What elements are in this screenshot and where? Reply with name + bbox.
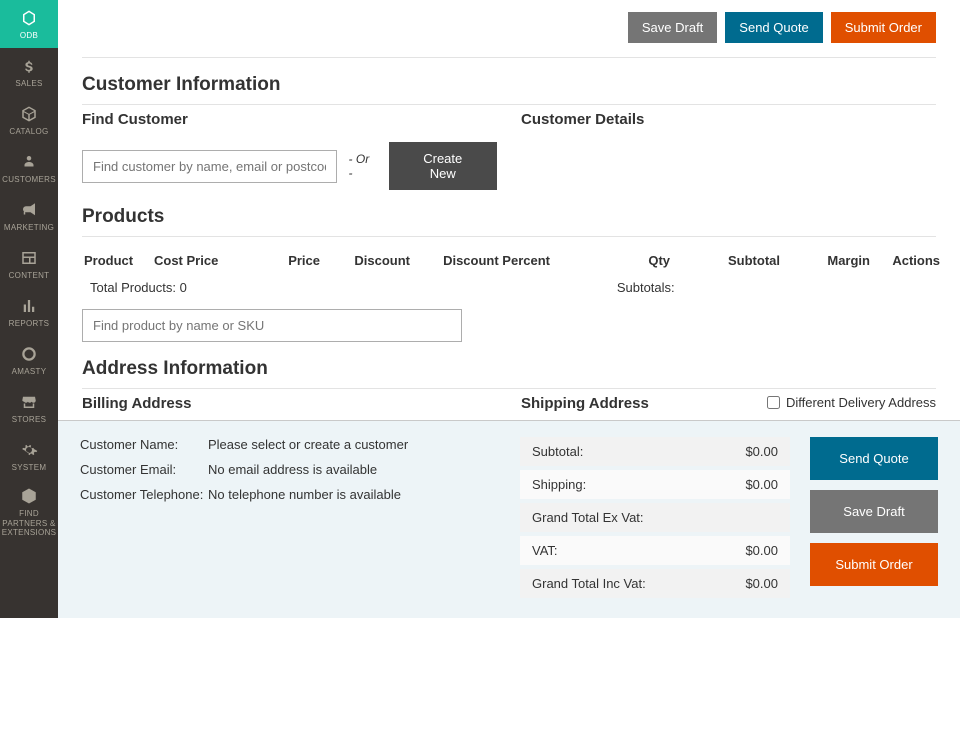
customer-phone-value: No telephone number is available	[208, 487, 401, 502]
footer-actions: Send Quote Save Draft Submit Order	[810, 437, 938, 602]
col-discount-percent: Discount Percent	[412, 249, 552, 272]
sidebar-item-label: MARKETING	[4, 223, 54, 232]
dollar-icon	[19, 56, 39, 76]
subtotals-text: Subtotals:	[617, 280, 675, 295]
grand-inc-vat-label: Grand Total Inc Vat:	[532, 576, 646, 591]
customer-email-label: Customer Email:	[80, 462, 208, 477]
customer-summary: Customer Name: Please select or create a…	[80, 437, 500, 602]
col-subtotal: Subtotal	[672, 249, 782, 272]
total-products-text: Total Products: 0	[90, 280, 187, 295]
summary-footer: Customer Name: Please select or create a…	[58, 420, 960, 618]
different-delivery-wrap: Different Delivery Address	[767, 395, 936, 410]
footer-save-draft-button[interactable]: Save Draft	[810, 490, 938, 533]
col-actions: Actions	[872, 249, 942, 272]
send-quote-button[interactable]: Send Quote	[725, 12, 822, 43]
section-title-products: Products	[82, 206, 936, 237]
col-cost-price: Cost Price	[152, 249, 252, 272]
customer-email-value: No email address is available	[208, 462, 377, 477]
sidebar-item-label: SALES	[15, 79, 42, 88]
create-new-button[interactable]: Create New	[389, 142, 498, 190]
sidebar-item-label: STORES	[12, 415, 47, 424]
order-totals: Subtotal: $0.00 Shipping: $0.00 Grand To…	[520, 437, 790, 602]
footer-send-quote-button[interactable]: Send Quote	[810, 437, 938, 480]
sidebar-item-partners[interactable]: FIND PARTNERS & EXTENSIONS	[0, 480, 58, 544]
person-icon	[19, 152, 39, 172]
admin-sidebar: ODB SALES CATALOG CUSTOMERS MARKETING CO…	[0, 0, 58, 618]
shipping-value: $0.00	[745, 477, 778, 492]
sidebar-item-amasty[interactable]: AMASTY	[0, 336, 58, 384]
shipping-label: Shipping:	[532, 477, 586, 492]
layout-icon	[19, 248, 39, 268]
find-product-input[interactable]	[82, 309, 462, 342]
sidebar-item-customers[interactable]: CUSTOMERS	[0, 144, 58, 192]
grand-ex-vat-label: Grand Total Ex Vat:	[532, 510, 644, 525]
customer-details-heading: Customer Details	[521, 111, 936, 128]
subtotal-value: $0.00	[745, 444, 778, 459]
different-delivery-checkbox[interactable]	[767, 396, 780, 409]
sidebar-item-label: ODB	[20, 31, 38, 40]
sidebar-item-label: REPORTS	[9, 319, 50, 328]
sidebar-item-sales[interactable]: SALES	[0, 48, 58, 96]
customer-name-value: Please select or create a customer	[208, 437, 408, 452]
col-price: Price	[252, 249, 322, 272]
sidebar-item-label: FIND PARTNERS & EXTENSIONS	[2, 509, 57, 538]
megaphone-icon	[19, 200, 39, 220]
amasty-icon	[19, 344, 39, 364]
col-discount: Discount	[322, 249, 412, 272]
sidebar-item-label: SYSTEM	[12, 463, 47, 472]
vat-label: VAT:	[532, 543, 558, 558]
hexagon-icon	[19, 8, 39, 28]
store-icon	[19, 392, 39, 412]
or-text: - Or -	[349, 152, 377, 180]
bar-chart-icon	[19, 296, 39, 316]
section-title-customer: Customer Information	[82, 74, 936, 105]
save-draft-button[interactable]: Save Draft	[628, 12, 717, 43]
box-icon	[19, 104, 39, 124]
sidebar-item-marketing[interactable]: MARKETING	[0, 192, 58, 240]
footer-submit-order-button[interactable]: Submit Order	[810, 543, 938, 586]
sidebar-item-label: AMASTY	[12, 367, 47, 376]
sidebar-item-system[interactable]: SYSTEM	[0, 432, 58, 480]
sidebar-item-label: CUSTOMERS	[2, 175, 56, 184]
find-customer-heading: Find Customer	[82, 111, 497, 128]
customer-name-label: Customer Name:	[80, 437, 208, 452]
sidebar-item-label: CATALOG	[9, 127, 48, 136]
link-icon	[19, 486, 39, 506]
find-customer-input[interactable]	[82, 150, 337, 183]
main-content: Save Draft Send Quote Submit Order Custo…	[58, 0, 960, 750]
grand-inc-vat-value: $0.00	[745, 576, 778, 591]
col-margin: Margin	[782, 249, 872, 272]
col-qty: Qty	[552, 249, 672, 272]
gear-icon	[19, 440, 39, 460]
sidebar-item-odb[interactable]: ODB	[0, 0, 58, 48]
sidebar-item-label: CONTENT	[9, 271, 50, 280]
sidebar-item-content[interactable]: CONTENT	[0, 240, 58, 288]
submit-order-button[interactable]: Submit Order	[831, 12, 936, 43]
vat-value: $0.00	[745, 543, 778, 558]
sidebar-item-stores[interactable]: STORES	[0, 384, 58, 432]
billing-address-heading: Billing Address	[82, 395, 497, 412]
sidebar-item-reports[interactable]: REPORTS	[0, 288, 58, 336]
products-table-header: Product Cost Price Price Discount Discou…	[82, 243, 936, 278]
sidebar-item-catalog[interactable]: CATALOG	[0, 96, 58, 144]
customer-phone-label: Customer Telephone:	[80, 487, 208, 502]
col-product: Product	[82, 249, 152, 272]
top-action-bar: Save Draft Send Quote Submit Order	[82, 12, 936, 58]
different-delivery-label: Different Delivery Address	[786, 395, 936, 410]
section-title-address: Address Information	[82, 358, 936, 389]
subtotal-label: Subtotal:	[532, 444, 583, 459]
